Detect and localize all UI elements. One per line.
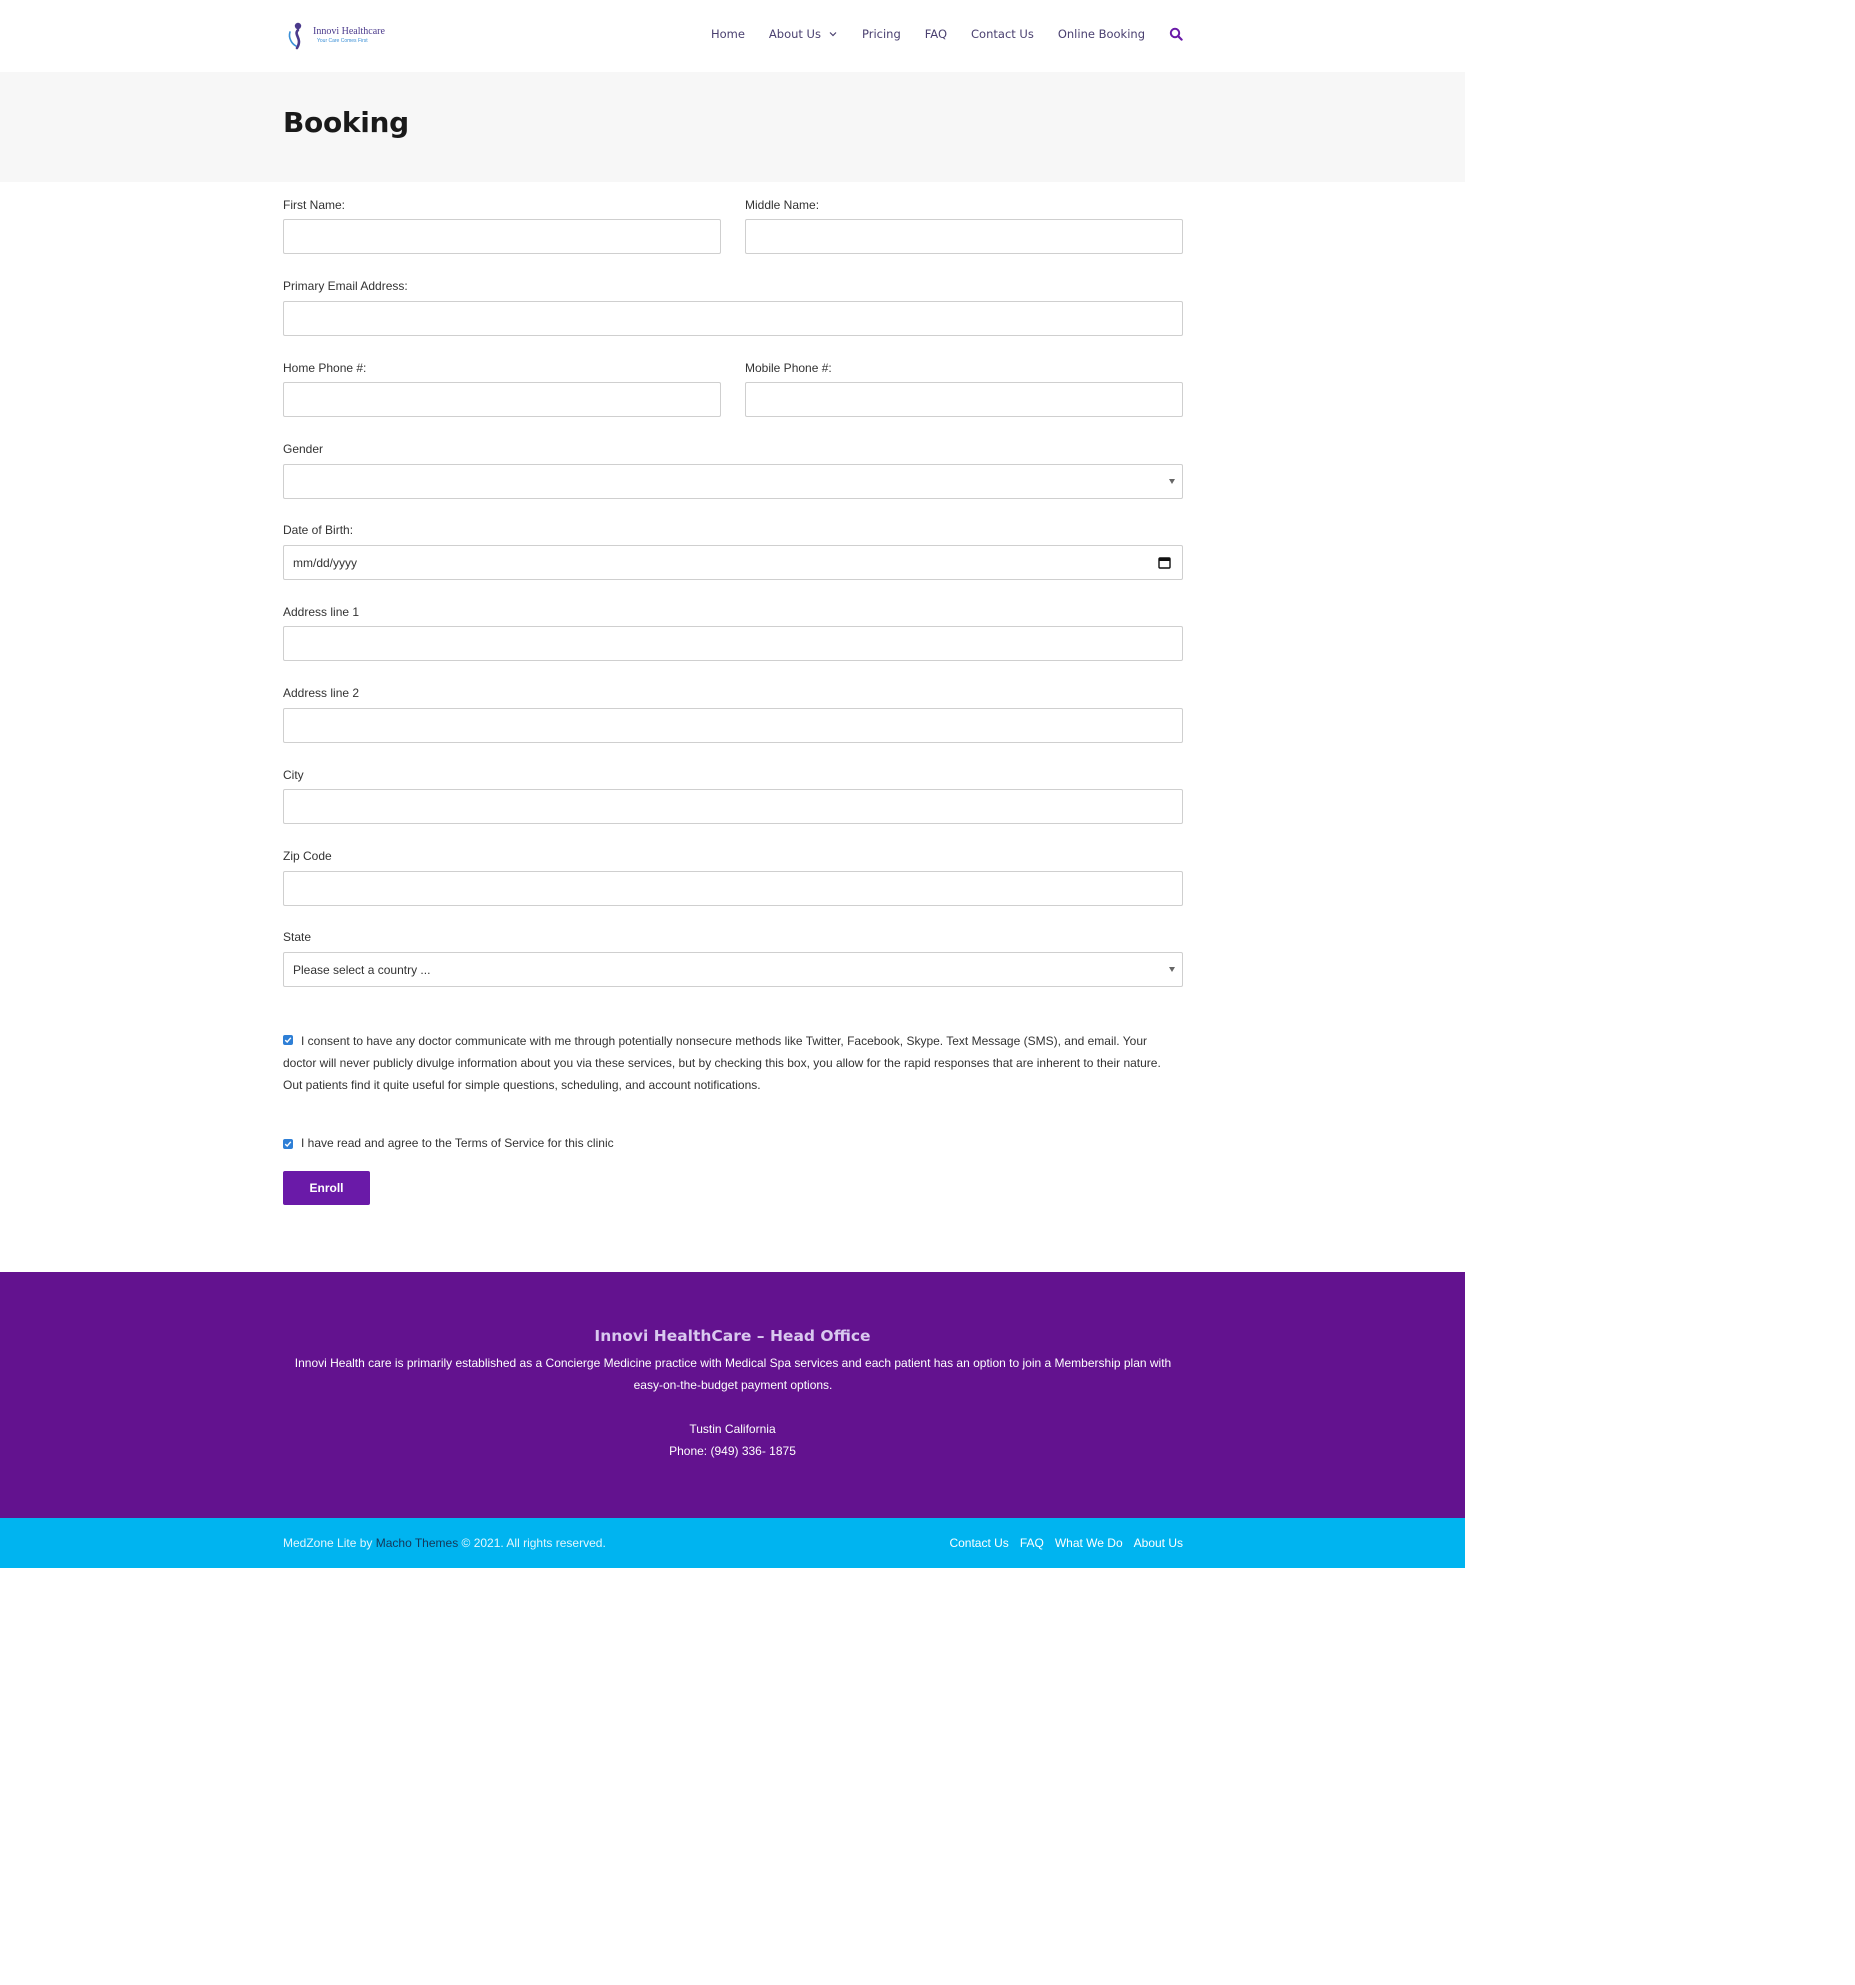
bottom-links: Contact Us FAQ What We Do About Us <box>938 1536 1183 1550</box>
address1-label: Address line 1 <box>283 605 360 619</box>
mobile-phone-label: Mobile Phone #: <box>745 361 832 375</box>
nav-home[interactable]: Home <box>711 27 745 41</box>
copyright-suffix: © 2021. All rights reserved. <box>458 1536 606 1550</box>
nav-faq-label: FAQ <box>924 27 948 41</box>
nav-about-us[interactable]: About Us <box>769 27 838 41</box>
page-title-band: Booking <box>0 72 1465 182</box>
nav-contact-us[interactable]: Contact Us <box>971 27 1034 41</box>
dob-placeholder: mm/dd/yyyy <box>293 556 358 570</box>
copyright: MedZone Lite by Macho Themes © 2021. All… <box>283 1536 606 1550</box>
footer-title: Innovi HealthCare – Head Office <box>594 1327 871 1345</box>
site-logo[interactable]: Innovi Healthcare Your Care Comes First <box>285 20 395 50</box>
address2-field[interactable] <box>283 708 1183 743</box>
chevron-down-icon <box>829 32 837 37</box>
city-field[interactable] <box>283 789 1183 824</box>
middle-name-label: Middle Name: <box>745 198 820 212</box>
calendar-icon[interactable] <box>1158 556 1171 569</box>
logo-mark-icon <box>288 22 302 50</box>
address1-field[interactable] <box>283 626 1183 661</box>
bottom-link-what-we-do[interactable]: What We Do <box>1055 1536 1123 1550</box>
logo-tagline: Your Care Comes First <box>317 38 368 44</box>
nav-online-booking-label: Online Booking <box>1057 27 1145 41</box>
zip-field[interactable] <box>283 871 1183 906</box>
home-phone-label: Home Phone #: <box>283 361 367 375</box>
footer-phone: Phone: (949) 336- 1875 <box>669 1444 796 1458</box>
nav-pricing[interactable]: Pricing <box>862 27 901 41</box>
bottom-link-contact-us[interactable]: Contact Us <box>949 1536 1008 1550</box>
city-label: City <box>283 768 304 782</box>
nav-about-us-label: About Us <box>768 27 821 41</box>
site-footer: Innovi HealthCare – Head Office Innovi H… <box>0 1272 1465 1518</box>
enroll-button[interactable]: Enroll <box>283 1171 370 1205</box>
search-icon[interactable] <box>1169 27 1183 41</box>
checkbox-check-icon <box>284 1141 292 1148</box>
copyright-theme-link[interactable]: Macho Themes <box>376 1536 458 1550</box>
consent-text: I consent to have any doctor communicate… <box>283 1034 1161 1092</box>
page-title: Booking <box>283 106 409 139</box>
copyright-prefix: MedZone Lite by <box>283 1536 376 1550</box>
nav-online-booking[interactable]: Online Booking <box>1058 27 1145 41</box>
first-name-label: First Name: <box>283 198 346 212</box>
terms-checkbox[interactable] <box>283 1139 293 1149</box>
state-select[interactable]: Please select a country ... <box>283 952 1183 987</box>
site-header: Innovi Healthcare Your Care Comes First … <box>0 0 1465 72</box>
home-phone-field[interactable] <box>283 382 721 417</box>
footer-description: Innovi Health care is primarily establis… <box>294 1356 1172 1392</box>
logo-name: Innovi Healthcare <box>313 26 385 37</box>
bottom-link-about-us[interactable]: About Us <box>1134 1536 1183 1550</box>
mobile-phone-field[interactable] <box>745 382 1183 417</box>
terms-text: I have read and agree to the Terms of Se… <box>301 1136 614 1150</box>
nav-pricing-label: Pricing <box>861 27 901 41</box>
middle-name-field[interactable] <box>745 219 1183 254</box>
gender-select[interactable] <box>283 464 1183 499</box>
nav-contact-us-label: Contact Us <box>971 27 1034 41</box>
dob-label: Date of Birth: <box>283 523 354 537</box>
gender-label: Gender <box>283 442 324 456</box>
first-name-field[interactable] <box>283 219 721 254</box>
nav-home-label: Home <box>710 27 745 41</box>
zip-label: Zip Code <box>283 849 332 863</box>
email-field[interactable] <box>283 301 1183 336</box>
dob-date-input[interactable]: mm/dd/yyyy <box>283 545 1183 580</box>
main-nav: Home About Us Pricing FAQ Contact Us Onl… <box>687 25 1183 43</box>
footer-location: Tustin California <box>689 1422 776 1436</box>
address2-label: Address line 2 <box>283 686 360 700</box>
consent-paragraph: I consent to have any doctor communicate… <box>283 1030 1183 1096</box>
state-select-value: Please select a country ... <box>293 963 431 977</box>
bottom-link-faq[interactable]: FAQ <box>1020 1536 1044 1550</box>
email-label: Primary Email Address: <box>283 279 408 293</box>
state-label: State <box>283 930 312 944</box>
bottom-bar: MedZone Lite by Macho Themes © 2021. All… <box>0 1518 1465 1568</box>
nav-faq[interactable]: FAQ <box>925 27 947 41</box>
